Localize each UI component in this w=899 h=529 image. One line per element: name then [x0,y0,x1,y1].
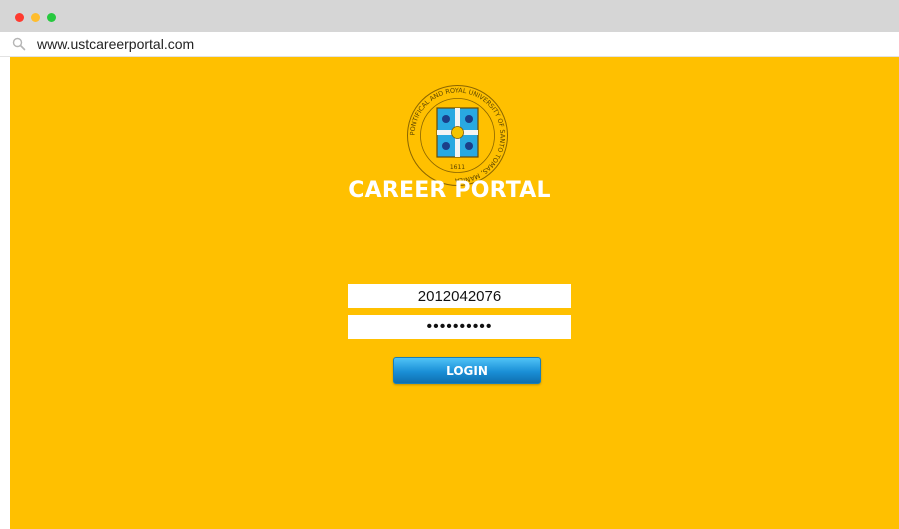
close-window-button[interactable] [15,13,24,22]
university-seal-logo: PONTIFICAL AND ROYAL UNIVERSITY OF SANTO… [407,85,508,186]
page-title: CAREER PORTAL [348,178,551,203]
maximize-window-button[interactable] [47,13,56,22]
login-button[interactable]: LOGIN [393,357,541,384]
title-bar [0,0,899,32]
minimize-window-button[interactable] [31,13,40,22]
username-input[interactable] [348,284,571,308]
window-edge [0,57,10,529]
address-bar[interactable]: www.ustcareerportal.com [0,32,899,57]
url-text[interactable]: www.ustcareerportal.com [37,36,194,52]
seal-year: 1611 [450,164,465,171]
search-icon [12,37,26,51]
password-input[interactable] [348,315,571,339]
browser-window: www.ustcareerportal.com PONTIFICAL AND R… [0,0,899,529]
